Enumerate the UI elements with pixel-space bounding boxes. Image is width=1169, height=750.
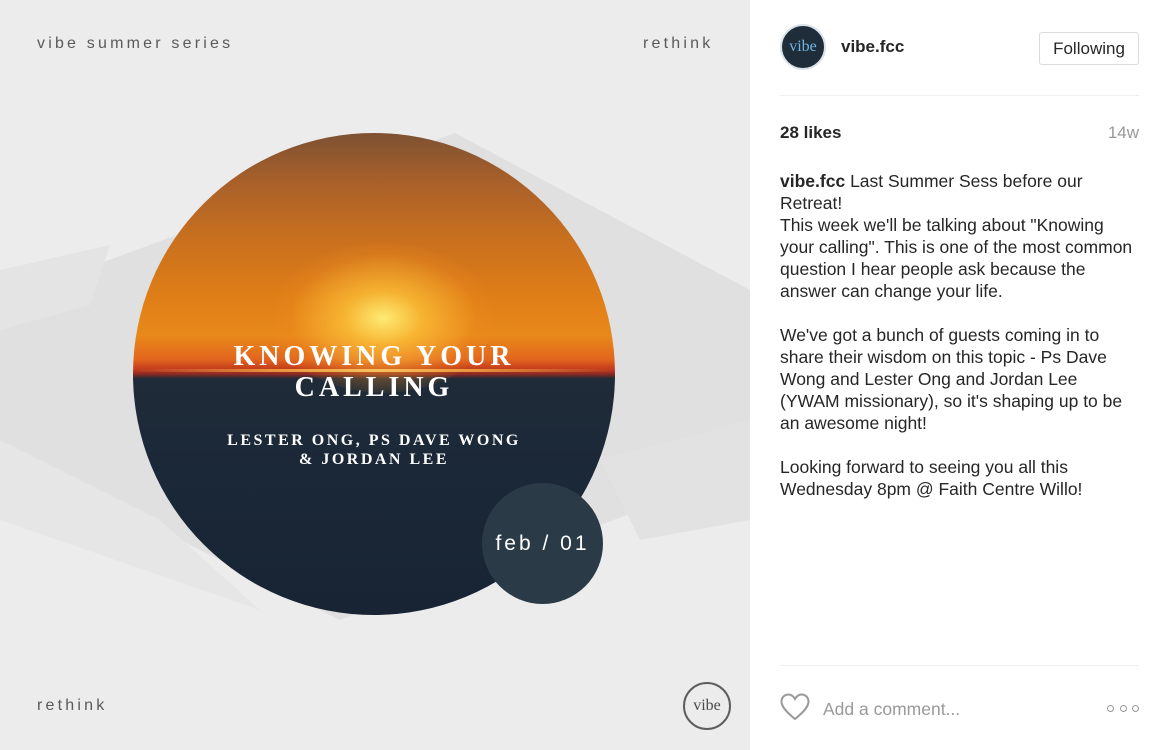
- avatar-text: vibe: [789, 38, 817, 55]
- poster-title-line2: CALLING: [294, 372, 454, 403]
- comment-bar: [780, 665, 1139, 750]
- more-dot: [1107, 704, 1114, 712]
- post-time[interactable]: 14w: [1108, 123, 1139, 143]
- username-link[interactable]: vibe.fcc: [841, 37, 904, 57]
- brand-label-top: rethink: [643, 35, 714, 52]
- more-dot: [1132, 704, 1139, 712]
- caption-paragraph-1: vibe.fcc Last Summer Sess before our Ret…: [780, 170, 1139, 302]
- series-label: vibe summer series: [37, 35, 234, 52]
- more-dot: [1119, 704, 1127, 712]
- more-options-icon[interactable]: [1107, 699, 1139, 717]
- post-image[interactable]: vibe summer series rethink KNOWING YOUR …: [0, 0, 750, 750]
- date-badge: feb / 01: [482, 483, 603, 604]
- caption-username[interactable]: vibe.fcc: [780, 171, 845, 191]
- caption-paragraph-4: Looking forward to seeing you all this W…: [780, 457, 1083, 499]
- post-caption: vibe.fcc Last Summer Sess before our Ret…: [780, 170, 1139, 522]
- caption-paragraph-3: We've got a bunch of guests coming in to…: [780, 325, 1123, 433]
- poster-title-line1: KNOWING YOUR: [233, 341, 515, 372]
- vibe-logo: vibe: [683, 682, 731, 730]
- poster-speakers-line1: LESTER ONG, PS DAVE WONG: [227, 432, 521, 449]
- likes-count[interactable]: 28 likes: [780, 123, 841, 143]
- post-header: vibe vibe.fcc Following: [780, 24, 1139, 96]
- avatar[interactable]: vibe: [780, 24, 826, 70]
- heart-icon[interactable]: [780, 693, 810, 721]
- post-side-panel: vibe vibe.fcc Following 28 likes 14w vib…: [750, 0, 1169, 750]
- caption-text-2: This week we'll be talking about "Knowin…: [780, 215, 1133, 301]
- following-button[interactable]: Following: [1039, 32, 1139, 65]
- poster-speakers-line2: & JORDAN LEE: [298, 451, 449, 468]
- comment-input[interactable]: [823, 696, 1093, 722]
- date-text: feb / 01: [495, 531, 590, 555]
- vibe-logo-text: vibe: [693, 697, 721, 714]
- brand-label-bottom: rethink: [37, 697, 108, 714]
